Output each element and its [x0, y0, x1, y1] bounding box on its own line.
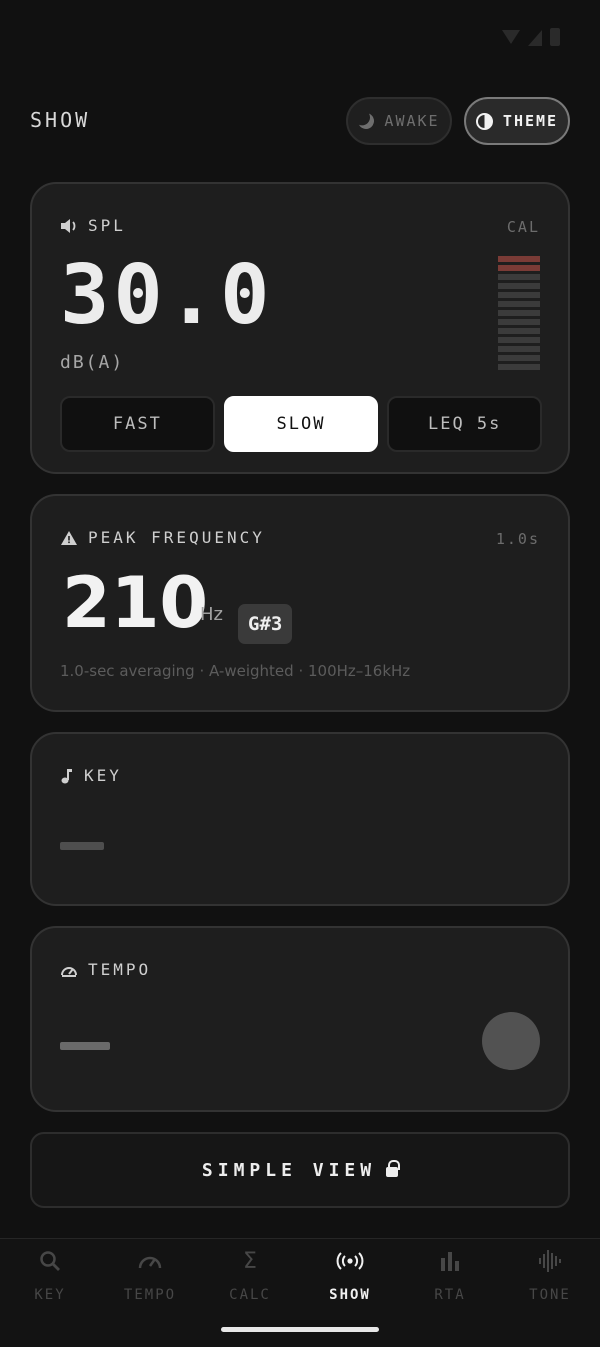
peak-description: 1.0-sec averaging · A-weighted · 100Hz–1…	[60, 662, 411, 680]
battery-icon	[550, 28, 560, 46]
tap-tempo-button[interactable]	[482, 1012, 540, 1070]
spl-value: 30.0	[60, 248, 274, 343]
meter-segment	[498, 292, 540, 298]
key-card: KEY	[30, 732, 570, 906]
peak-unit: Hz	[200, 604, 223, 625]
meter-segment	[498, 256, 540, 262]
calibrate-button[interactable]: CAL	[507, 218, 540, 236]
speedometer-icon	[61, 966, 77, 977]
meter-segment	[498, 301, 540, 307]
spl-unit: dB(A)	[60, 352, 125, 373]
moon-icon	[356, 111, 377, 132]
meter-segment	[498, 265, 540, 271]
nav-item-calc[interactable]: Σ CALC	[200, 1247, 300, 1317]
nav-item-tone[interactable]: TONE	[500, 1247, 600, 1317]
theme-button[interactable]: THEME	[464, 97, 570, 145]
bar-chart-icon	[436, 1247, 464, 1275]
speaker-icon	[61, 218, 76, 233]
meter-segment	[498, 319, 540, 325]
lock-icon	[386, 1159, 401, 1179]
broadcast-icon	[336, 1247, 364, 1275]
music-note-icon	[61, 768, 72, 783]
page-title: SHOW	[30, 108, 91, 132]
meter-segment	[498, 328, 540, 334]
speedometer-icon	[136, 1247, 164, 1275]
tempo-card: TEMPO	[30, 926, 570, 1112]
nav-item-show[interactable]: SHOW	[300, 1247, 400, 1317]
meter-segment	[498, 346, 540, 352]
mode-fast-button[interactable]: FAST	[60, 396, 215, 452]
peak-value: 210	[62, 562, 209, 644]
theme-label: THEME	[502, 112, 559, 130]
mode-slow-button[interactable]: SLOW	[223, 396, 379, 452]
home-indicator[interactable]	[221, 1327, 379, 1332]
nav-item-rta[interactable]: RTA	[400, 1247, 500, 1317]
wifi-icon	[502, 30, 520, 44]
meter-segment	[498, 310, 540, 316]
mode-leq-button[interactable]: LEQ 5s	[387, 396, 543, 452]
waveform-icon	[536, 1247, 564, 1275]
status-bar	[0, 0, 600, 80]
peak-frequency-card: PEAK FREQUENCY 1.0s 210 Hz G#3 1.0-sec a…	[30, 494, 570, 712]
response-mode-selector: FAST SLOW LEQ 5s	[60, 396, 543, 452]
signal-icon	[528, 30, 542, 46]
warning-icon	[61, 530, 77, 545]
simple-view-button[interactable]: SIMPLE VIEW	[30, 1132, 570, 1208]
level-meter	[498, 256, 540, 370]
note-badge: G#3	[238, 604, 293, 644]
awake-toggle[interactable]: AWAKE	[346, 97, 452, 145]
meter-segment	[498, 274, 540, 280]
meter-segment	[498, 283, 540, 289]
spl-card: SPL CAL 30.0 dB(A) FAST SLOW LEQ 5s	[30, 182, 570, 474]
simple-view-label: SIMPLE VIEW	[201, 1159, 377, 1181]
header: SHOW AWAKE THEME	[30, 96, 570, 146]
spl-label: SPL	[60, 216, 126, 235]
awake-label: AWAKE	[384, 112, 440, 130]
contrast-icon	[475, 112, 493, 130]
tempo-label: TEMPO	[60, 960, 151, 979]
sigma-icon: Σ	[243, 1248, 257, 1274]
peak-label: PEAK FREQUENCY	[60, 528, 265, 547]
key-label: KEY	[60, 766, 122, 785]
meter-segment	[498, 337, 540, 343]
averaging-time: 1.0s	[495, 530, 540, 548]
meter-segment	[498, 364, 540, 370]
search-icon	[36, 1247, 64, 1275]
key-empty-indicator	[60, 842, 104, 850]
meter-segment	[498, 355, 540, 361]
nav-item-tempo[interactable]: TEMPO	[100, 1247, 200, 1317]
nav-item-key[interactable]: KEY	[0, 1247, 100, 1317]
tempo-empty-indicator	[60, 1042, 110, 1050]
